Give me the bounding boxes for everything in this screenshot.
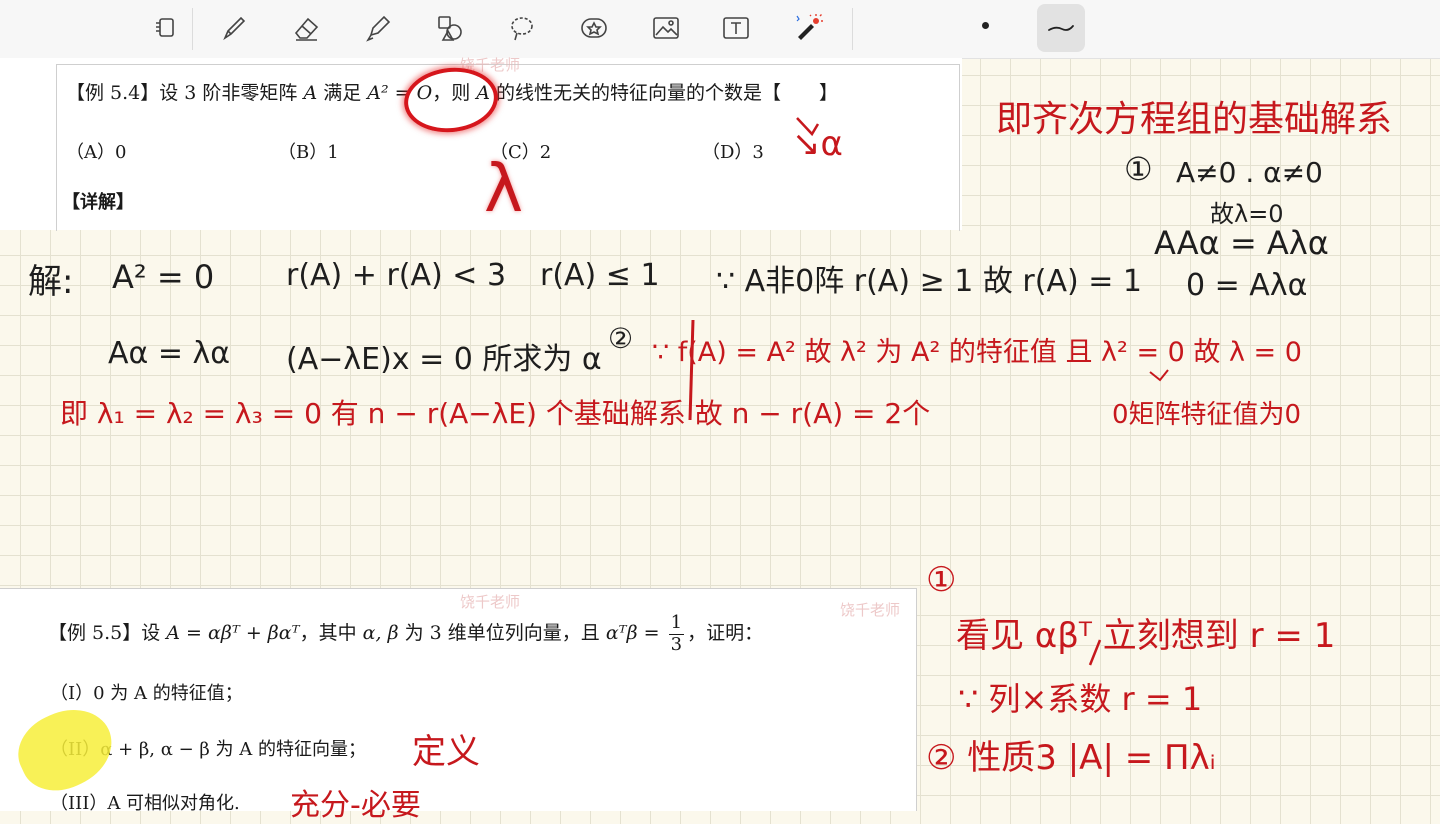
- option-d: （D）3: [702, 142, 764, 163]
- hw-rank-sum: r(A) + r(A) < 3: [286, 258, 507, 293]
- hw-suff: 充分-必要: [290, 788, 421, 823]
- toolbar: [0, 0, 1440, 59]
- lasso-icon[interactable]: [504, 10, 540, 46]
- text-box-icon[interactable]: [718, 10, 754, 46]
- hw-jie: 解:: [28, 262, 74, 302]
- hw-homog: (A−λE)x = 0 所求为 α: [286, 342, 602, 377]
- hw-f-line: ∵ f(A) = A² 故 λ² 为 A² 的特征值 且 λ² = 0 故 λ …: [652, 337, 1302, 368]
- laser-pointer-icon[interactable]: [790, 10, 826, 46]
- hw-def: 定义: [412, 732, 480, 772]
- hw-rank-le: r(A) ≤ 1: [540, 258, 660, 293]
- hw-eig: Aα = λα: [108, 336, 231, 371]
- hw-d3-arrow: ↘α: [792, 124, 843, 164]
- hw-nonzero: ∵ A非0阵 r(A) ≥ 1 故 r(A) = 1: [716, 264, 1142, 299]
- shapes-icon[interactable]: [432, 10, 468, 46]
- pen-icon[interactable]: [216, 10, 252, 46]
- watermark-teacher: 饶千老师: [840, 601, 901, 619]
- pen-size-dot[interactable]: [982, 22, 989, 29]
- hw-lambdas: 即 λ₁ = λ₂ = λ₃ = 0 有 n − r(A−λE) 个基础解系 故…: [60, 397, 931, 430]
- hw-r1: A≠0 . α≠0: [1176, 156, 1323, 189]
- part-3: （III）A 可相似对角化.: [50, 793, 240, 814]
- detail-label: 【详解】: [62, 192, 134, 213]
- pen-style-button[interactable]: [1037, 4, 1085, 52]
- option-a: （A）0: [66, 142, 127, 163]
- lasso-select-icon[interactable]: [148, 10, 184, 46]
- hw-basis: 即齐次方程组的基础解系: [996, 99, 1393, 140]
- hw-prop3: ② 性质3 |A| = Πλᵢ: [926, 738, 1216, 778]
- hw-a-squared: A² = 0: [112, 258, 215, 296]
- hw-rank1: ∵ 列×系数 r = 1: [958, 680, 1203, 718]
- image-icon[interactable]: [648, 10, 684, 46]
- part-1: （I）0 为 A 的特征值；: [50, 683, 243, 704]
- eraser-icon[interactable]: [288, 10, 324, 46]
- example-5-5-panel: 饶千老师 饶千老师 【例 5.5】设 A = αβᵀ + βαᵀ，其中 α, β…: [0, 588, 917, 814]
- hw-lambda-mark: λ: [484, 150, 524, 227]
- sticker-icon[interactable]: [576, 10, 612, 46]
- hw-zero-note: 0矩阵特征值为0: [1112, 400, 1302, 430]
- hw-r4: 0 = Aλα: [1186, 268, 1308, 303]
- hw-circle-1: ①: [1124, 150, 1153, 188]
- hw-see: 看见 αβᵀ 立刻想到 r = 1: [956, 616, 1336, 656]
- hw-r3: AAα = Aλα: [1154, 224, 1329, 262]
- highlighter-icon[interactable]: [360, 10, 396, 46]
- option-b: （B）1: [278, 142, 339, 163]
- hw-circle-2: ②: [608, 322, 634, 355]
- example-5-5-title: 【例 5.5】设 A = αβᵀ + βαᵀ，其中 α, β 为 3 维单位列向…: [48, 612, 764, 655]
- watermark: 饶千老师: [460, 593, 521, 611]
- hw-circle-1-red: ①: [926, 560, 957, 600]
